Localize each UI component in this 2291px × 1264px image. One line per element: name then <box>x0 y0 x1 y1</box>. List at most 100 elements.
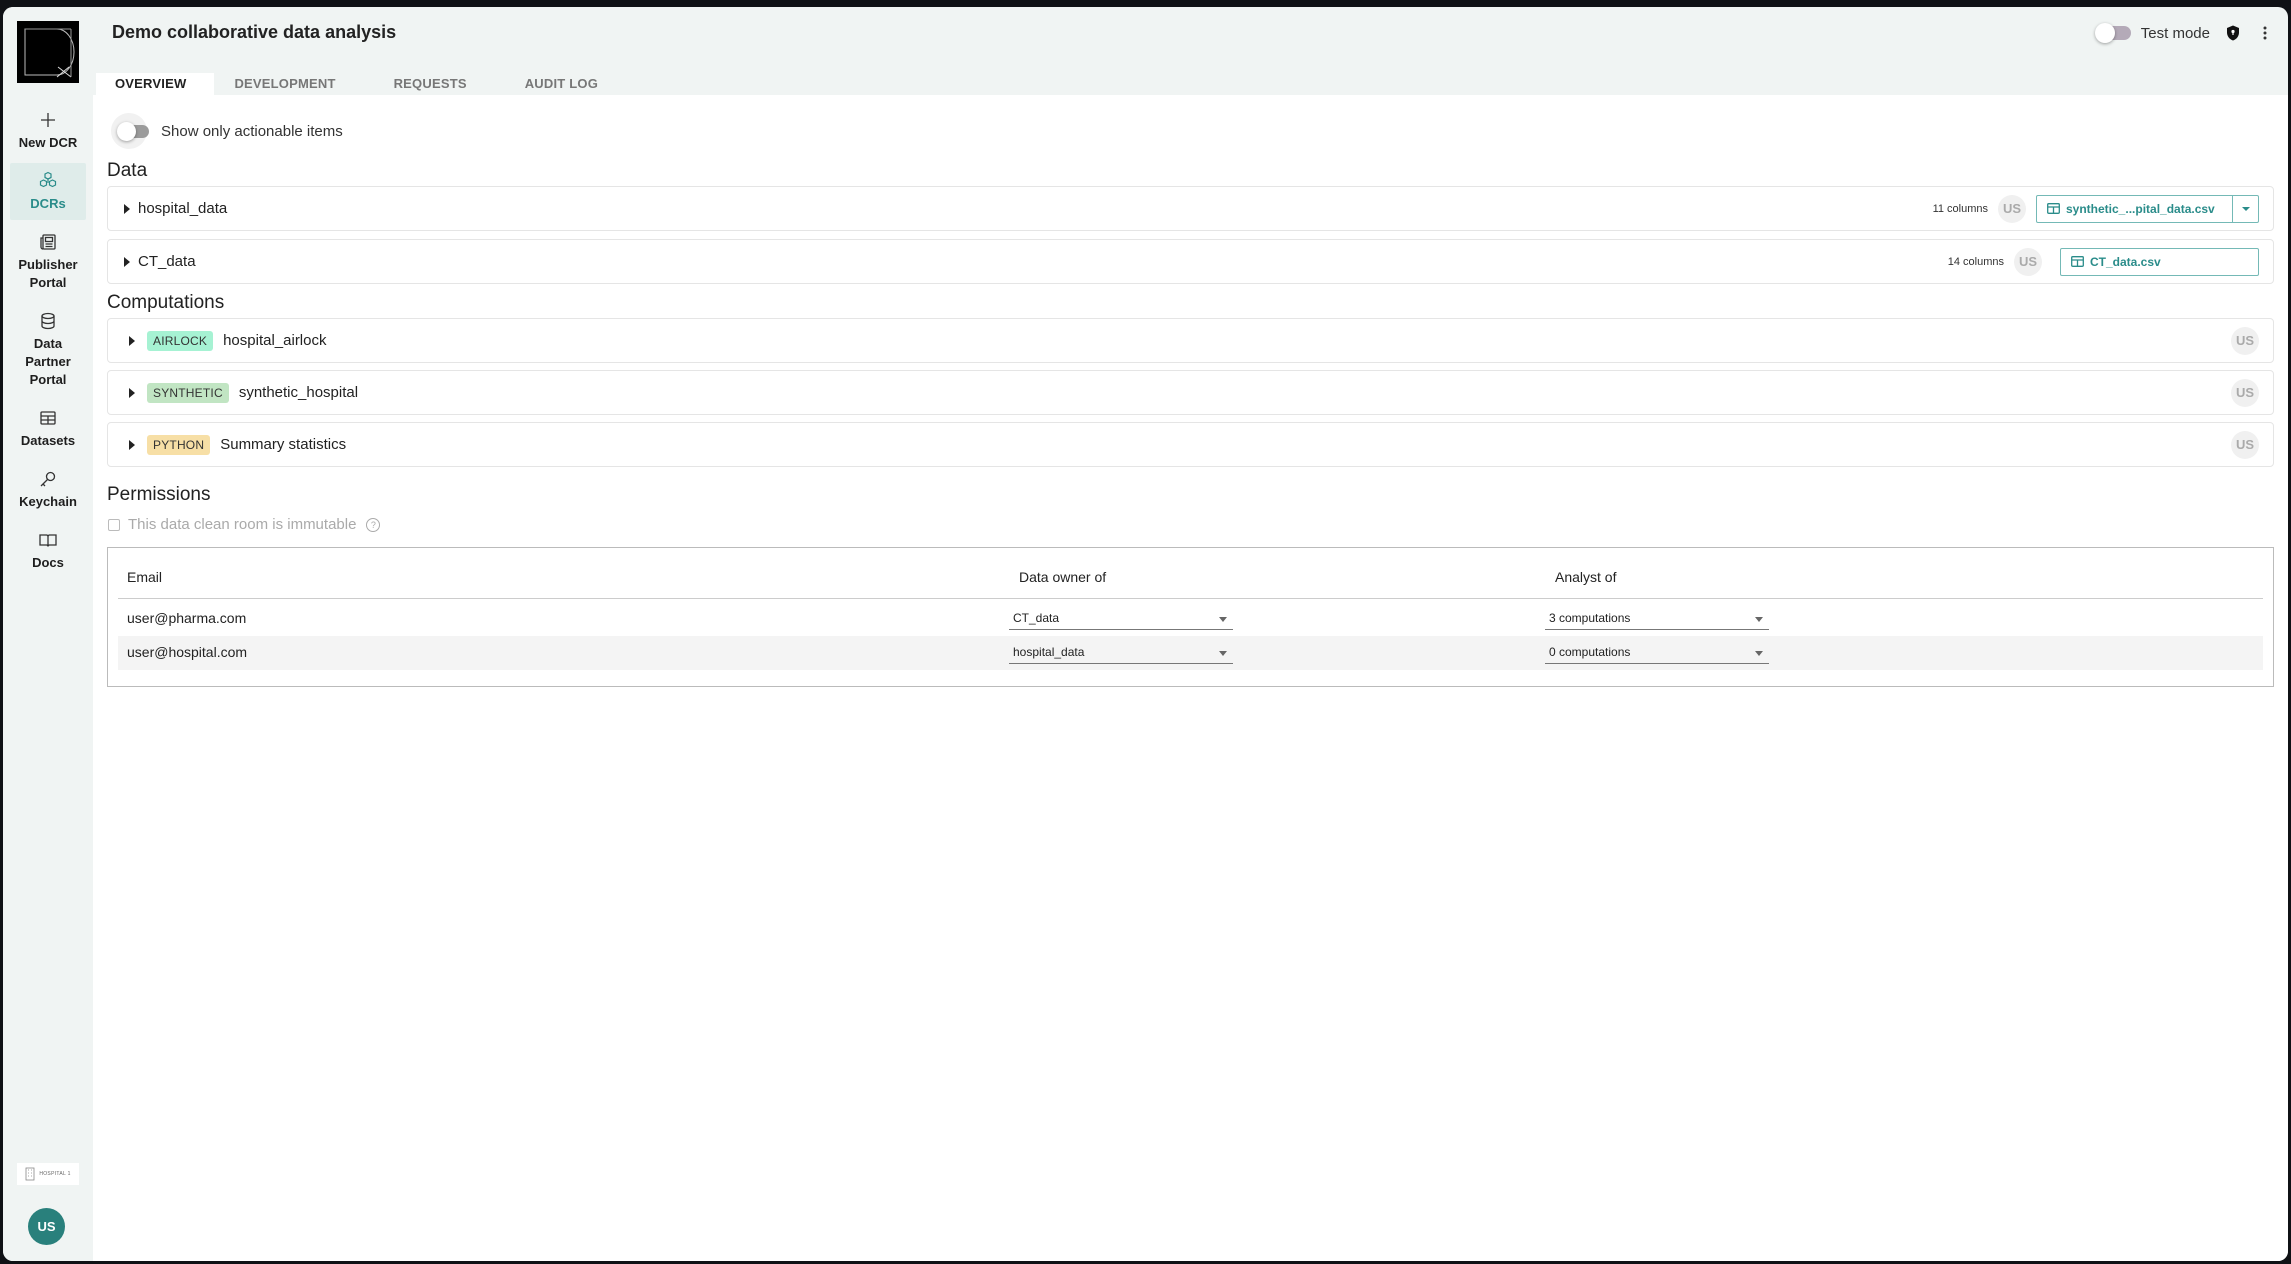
overview-panel: Show only actionable items Data hospital… <box>93 95 2288 1261</box>
analyst-value: 0 computations <box>1549 645 1631 659</box>
toggle-knob <box>2094 23 2115 43</box>
toggle-knob <box>117 121 136 141</box>
sidebar-item-docs[interactable]: Docs <box>10 522 86 579</box>
dropdown-arrow-icon <box>1219 617 1227 622</box>
permissions-table: Email Data owner of Analyst of user@phar… <box>107 547 2274 687</box>
column-count: 14 columns <box>1947 255 2004 268</box>
expand-caret-icon[interactable] <box>129 387 135 398</box>
plus-icon <box>10 110 86 132</box>
computations-section-title: Computations <box>107 292 225 313</box>
header-divider <box>118 598 2263 599</box>
dataset-file-main[interactable]: synthetic_...pital_data.csv <box>2037 196 2232 222</box>
security-button[interactable] <box>2224 24 2242 42</box>
logo-icon <box>24 28 75 78</box>
more-menu-button[interactable] <box>2256 24 2274 42</box>
data-node-name: hospital_data <box>138 200 228 217</box>
expand-caret-icon[interactable] <box>124 256 130 267</box>
computation-card[interactable]: SYNTHETIC synthetic_hospital US <box>107 370 2274 415</box>
dataset-file-name: synthetic_...pital_data.csv <box>2066 201 2215 216</box>
computation-actions: US <box>2231 371 2259 414</box>
user-email: user@pharma.com <box>127 610 247 626</box>
database-icon <box>10 311 86 333</box>
test-mode-label: Test mode <box>2140 24 2210 42</box>
sidebar-item-label: New DCR <box>18 135 78 150</box>
test-mode-toggle[interactable] <box>2094 23 2131 43</box>
hospital-icon <box>25 1167 35 1181</box>
data-owner-value: CT_data <box>1013 611 1060 625</box>
column-count: 11 columns <box>1932 202 1988 215</box>
cubes-icon <box>10 171 86 193</box>
more-vertical-icon <box>2263 26 2267 40</box>
tab-requests[interactable]: REQUESTS <box>374 73 487 95</box>
sidebar-item-datasets[interactable]: Datasets <box>10 400 86 457</box>
computation-card[interactable]: AIRLOCK hospital_airlock US <box>107 318 2274 363</box>
immutable-label: This data clean room is immutable <box>128 516 357 533</box>
dataset-file-main[interactable]: CT_data.csv <box>2061 249 2171 275</box>
actionable-filter: Show only actionable items <box>111 113 343 149</box>
help-icon[interactable]: ? <box>366 517 381 532</box>
analyst-select[interactable]: 3 computations <box>1545 608 1769 630</box>
dataset-file-button[interactable]: CT_data.csv <box>2060 247 2259 276</box>
sidebar-item-publisher-portal[interactable]: Publisher Portal <box>10 224 86 299</box>
data-owner-select[interactable]: CT_data <box>1009 608 1233 630</box>
page-title: Demo collaborative data analysis <box>112 22 397 42</box>
sidebar-item-keychain[interactable]: Keychain <box>10 461 86 518</box>
tab-overview[interactable]: OVERVIEW <box>96 73 215 95</box>
dataset-file-button[interactable]: synthetic_...pital_data.csv <box>2036 194 2259 223</box>
shield-icon <box>2227 25 2239 41</box>
app-window: New DCR DCRs Publisher Portal Data Partn… <box>3 7 2288 1261</box>
owner-avatar: US <box>2014 247 2042 276</box>
sidebar-item-dcrs[interactable]: DCRs <box>10 163 86 220</box>
immutable-checkbox[interactable] <box>108 518 120 531</box>
dataset-file-dropdown[interactable] <box>2232 195 2258 222</box>
analyst-select[interactable]: 0 computations <box>1545 642 1769 664</box>
sidebar-item-label: Docs <box>32 555 64 570</box>
tab-audit-log[interactable]: AUDIT LOG <box>505 73 618 95</box>
computation-type-badge: AIRLOCK <box>147 330 214 351</box>
header-actions: Test mode <box>2094 23 2274 43</box>
tab-development[interactable]: DEVELOPMENT <box>214 73 355 95</box>
dataset-file-name: CT_data.csv <box>2090 254 2161 269</box>
tab-bar: OVERVIEW DEVELOPMENT REQUESTS AUDIT LOG <box>96 73 636 95</box>
dropdown-arrow-icon <box>1755 651 1763 656</box>
organization-badge[interactable]: HOSPITAL 1 <box>17 1163 79 1185</box>
data-owner-select[interactable]: hospital_data <box>1009 642 1233 664</box>
data-owner-value: hospital_data <box>1013 645 1085 659</box>
user-email: user@hospital.com <box>127 644 248 660</box>
computation-actions: US <box>2231 423 2259 466</box>
actionable-toggle-wrap <box>111 113 151 149</box>
logo[interactable] <box>17 21 79 83</box>
expand-caret-icon[interactable] <box>129 335 135 346</box>
sidebar-item-label: Keychain <box>19 494 77 509</box>
data-node-name: CT_data <box>138 253 196 270</box>
user-avatar[interactable]: US <box>28 1208 65 1245</box>
actionable-label: Show only actionable items <box>161 122 343 140</box>
data-node-card[interactable]: CT_data 14 columns US CT_data.csv <box>107 239 2274 284</box>
header: Demo collaborative data analysis Test mo… <box>93 7 2288 95</box>
owner-avatar: US <box>2231 430 2259 459</box>
actionable-toggle[interactable] <box>117 121 149 141</box>
computation-card[interactable]: PYTHON Summary statistics US <box>107 422 2274 467</box>
key-icon <box>10 469 86 491</box>
computation-name: synthetic_hospital <box>238 384 359 401</box>
sidebar-item-label: Datasets <box>20 433 76 448</box>
chevron-down-icon <box>2241 206 2250 211</box>
immutable-setting: This data clean room is immutable ? <box>108 516 381 533</box>
sidebar-item-new-dcr[interactable]: New DCR <box>10 102 86 159</box>
data-node-card[interactable]: hospital_data 11 columns US synthetic_..… <box>107 186 2274 231</box>
data-node-actions: 14 columns US CT_data.csv <box>1948 240 2259 283</box>
table-icon <box>10 408 86 430</box>
newspaper-icon <box>10 232 86 254</box>
computation-type-badge: SYNTHETIC <box>147 382 229 403</box>
computation-name: Summary statistics <box>220 436 347 453</box>
table-icon <box>2047 203 2060 214</box>
computation-type-badge: PYTHON <box>147 434 211 455</box>
permission-row: user@hospital.com hospital_data 0 comput… <box>118 636 2263 670</box>
sidebar: New DCR DCRs Publisher Portal Data Partn… <box>3 7 93 1261</box>
expand-caret-icon[interactable] <box>129 439 135 450</box>
sidebar-item-label: Data Partner Portal <box>25 336 71 387</box>
dropdown-arrow-icon <box>1219 651 1227 656</box>
sidebar-item-data-partner-portal[interactable]: Data Partner Portal <box>10 303 86 396</box>
book-icon <box>10 530 86 552</box>
expand-caret-icon[interactable] <box>124 203 130 214</box>
